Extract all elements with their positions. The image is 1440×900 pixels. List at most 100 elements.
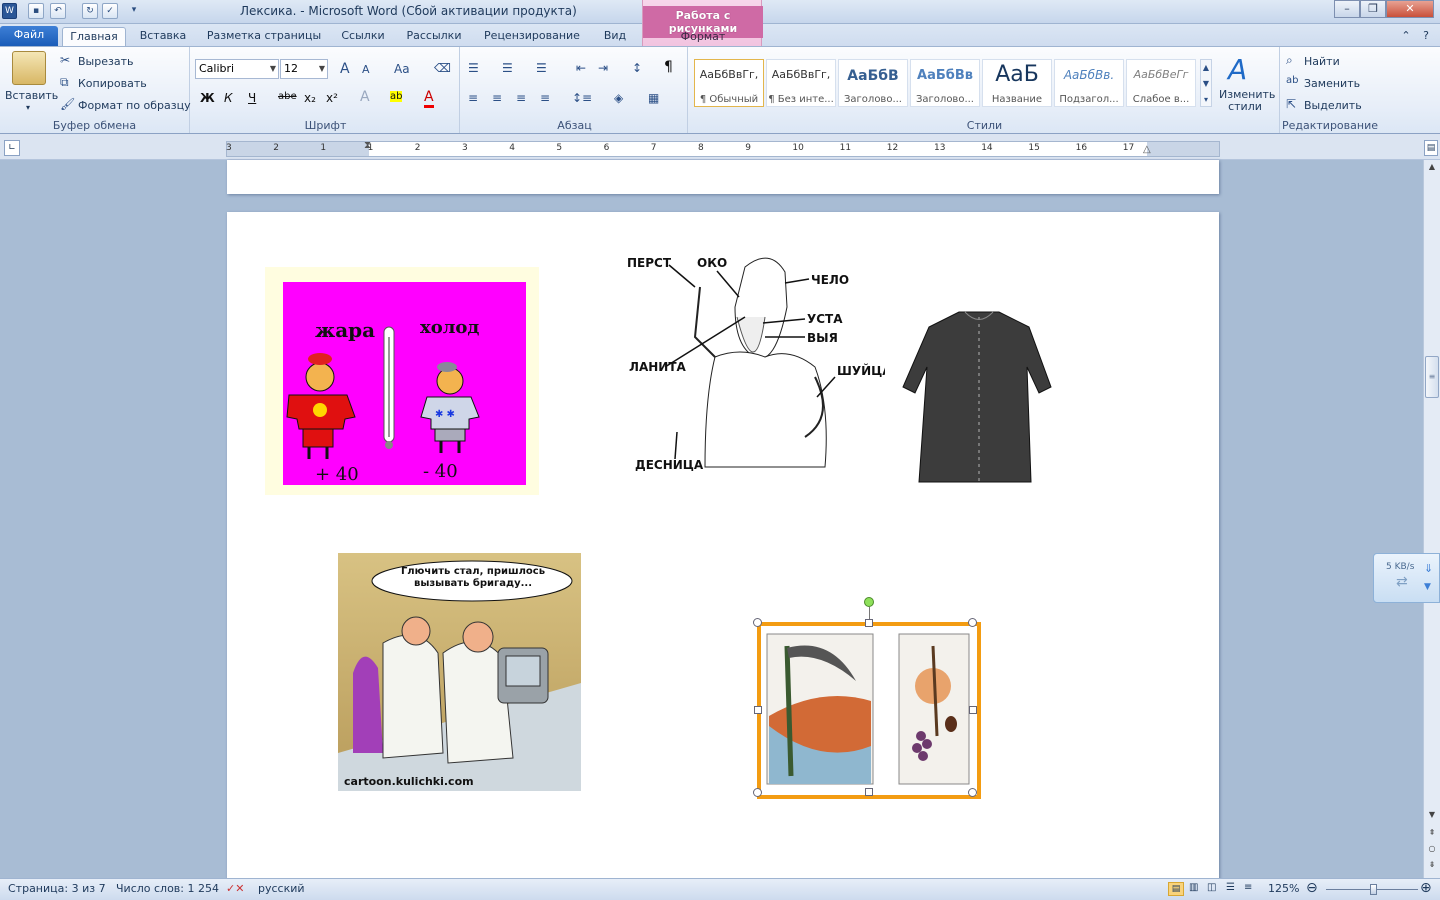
zoom-out-icon[interactable]: ⊖: [1306, 880, 1318, 896]
minimize-button[interactable]: –: [1334, 0, 1360, 18]
borders-icon[interactable]: ▦: [648, 91, 659, 105]
tab-insert[interactable]: Вставка: [136, 27, 190, 46]
restore-button[interactable]: ❐: [1360, 0, 1386, 18]
increase-indent-icon[interactable]: ⇥: [598, 61, 608, 75]
cut-button[interactable]: Вырезать: [78, 55, 133, 68]
replace-button[interactable]: Заменить: [1304, 77, 1360, 90]
draft-icon[interactable]: ≡: [1244, 882, 1252, 893]
image-caftan[interactable]: [899, 307, 1059, 487]
font-size-dropdown-icon[interactable]: ▼: [319, 60, 325, 78]
zoom-slider-thumb[interactable]: [1370, 884, 1377, 895]
font-name-dropdown-icon[interactable]: ▼: [270, 60, 276, 78]
decrease-indent-icon[interactable]: ⇤: [576, 61, 586, 75]
change-case-icon[interactable]: Aa: [394, 62, 410, 76]
superscript-button[interactable]: x²: [326, 91, 338, 105]
tab-selector-icon[interactable]: ∟: [4, 140, 20, 156]
shading-icon[interactable]: ◈: [614, 91, 623, 105]
scroll-thumb[interactable]: ≡: [1425, 356, 1439, 398]
image-scythe-grapes-selected[interactable]: [753, 597, 981, 799]
underline-button[interactable]: Ч: [248, 91, 256, 105]
resize-handle-n[interactable]: [865, 619, 873, 627]
strikethrough-button[interactable]: abe: [278, 91, 297, 102]
find-button[interactable]: Найти: [1304, 55, 1340, 68]
style-subtle-emphasis[interactable]: АаБбВеГг Слабое в...: [1126, 59, 1196, 107]
bold-button[interactable]: Ж: [200, 91, 215, 105]
scroll-up-icon[interactable]: ▲: [1425, 162, 1439, 176]
indent-marker-icon[interactable]: ⧗: [364, 140, 371, 151]
tab-references[interactable]: Ссылки: [336, 27, 390, 46]
align-right-icon[interactable]: ≡: [516, 91, 526, 105]
font-name-combo[interactable]: Calibri ▼: [195, 59, 279, 79]
full-screen-reading-icon[interactable]: ▥: [1189, 882, 1198, 893]
resize-handle-nw[interactable]: [753, 618, 762, 627]
image-heat-cold[interactable]: жара холод ✱ ✱ + 40 - 40: [265, 267, 539, 495]
text-effects-icon[interactable]: A: [360, 89, 370, 105]
paste-dropdown-icon[interactable]: ▾: [26, 103, 30, 112]
justify-icon[interactable]: ≡: [540, 91, 550, 105]
word-app-icon[interactable]: W: [2, 3, 17, 19]
save-icon[interactable]: ▪: [28, 3, 44, 19]
font-color-icon[interactable]: A: [424, 89, 434, 108]
proofing-icon[interactable]: ✓✕: [226, 882, 244, 895]
multilevel-list-icon[interactable]: ☰: [536, 61, 547, 75]
network-speed-widget[interactable]: 5 KB/s ⇄ ⇓ ▼: [1373, 553, 1440, 603]
horizontal-ruler[interactable]: 3 2 1 1 2 3 4 5 6 7 8 9 10 11 12 13 14 15 16 17 ⧗ △: [226, 140, 1220, 157]
next-page-icon[interactable]: ⇟: [1425, 860, 1439, 874]
tab-view[interactable]: Вид: [598, 27, 632, 46]
styles-scroll-icon[interactable]: ▲ ▼ ▾: [1200, 59, 1212, 107]
tab-page-layout[interactable]: Разметка страницы: [206, 27, 322, 46]
resize-handle-sw[interactable]: [753, 788, 762, 797]
redo-icon[interactable]: ↻: [82, 3, 98, 19]
scroll-down-icon[interactable]: ▼: [1425, 810, 1439, 824]
grow-font-icon[interactable]: A: [340, 61, 350, 77]
copy-button[interactable]: Копировать: [78, 77, 147, 90]
ribbon-minimize-icon[interactable]: ⌃: [1398, 27, 1414, 46]
style-heading-2[interactable]: АаБбВв Заголово...: [910, 59, 980, 107]
resize-handle-se[interactable]: [968, 788, 977, 797]
resize-handle-e[interactable]: [969, 706, 977, 714]
change-styles-button[interactable]: Изменить стили: [1219, 89, 1275, 113]
language-indicator[interactable]: русский: [258, 882, 305, 895]
align-center-icon[interactable]: ≡: [492, 91, 502, 105]
help-icon[interactable]: ?: [1418, 27, 1434, 46]
rotate-handle[interactable]: [864, 597, 874, 607]
tab-mailings[interactable]: Рассылки: [402, 27, 466, 46]
select-button[interactable]: Выделить: [1304, 99, 1362, 112]
style-subtitle[interactable]: АаБбВв. Подзагол...: [1054, 59, 1124, 107]
zoom-in-icon[interactable]: ⊕: [1420, 880, 1432, 896]
expand-arrow-icon[interactable]: ▼: [1424, 582, 1431, 592]
image-old-russian-body-parts[interactable]: ПЕРСТ ОКО ЧЕЛО УСТА ВЫЯ ЛАНИТА ШУЙЦА ДЕС…: [625, 247, 892, 477]
clear-formatting-icon[interactable]: ⌫: [434, 61, 451, 75]
tab-review[interactable]: Рецензирование: [480, 27, 584, 46]
style-heading-1[interactable]: АаБбВ Заголово...: [838, 59, 908, 107]
subscript-button[interactable]: x₂: [304, 91, 316, 105]
font-size-combo[interactable]: 12 ▼: [280, 59, 328, 79]
align-left-icon[interactable]: ≡: [468, 91, 478, 105]
numbering-icon[interactable]: ☰: [502, 61, 513, 75]
view-ruler-icon[interactable]: ▤: [1424, 140, 1438, 156]
style-normal[interactable]: АаБбВвГг, ¶ Обычный: [694, 59, 764, 107]
line-spacing-icon[interactable]: ↕≡: [572, 91, 592, 105]
prev-page-icon[interactable]: ⇞: [1425, 828, 1439, 842]
shrink-font-icon[interactable]: A: [362, 63, 370, 76]
outline-icon[interactable]: ☰: [1226, 882, 1235, 893]
undo-icon[interactable]: ↶: [50, 3, 66, 19]
image-cartoon-repair[interactable]: Глючить стал, пришлось вызывать бригаду.…: [338, 553, 581, 791]
highlight-icon[interactable]: ab: [390, 91, 403, 102]
page-count[interactable]: Страница: 3 из 7: [8, 882, 106, 895]
resize-handle-s[interactable]: [865, 788, 873, 796]
web-layout-icon[interactable]: ◫: [1207, 882, 1216, 893]
spellcheck-icon[interactable]: ✓: [102, 3, 118, 19]
bullets-icon[interactable]: ☰: [468, 61, 479, 75]
show-formatting-icon[interactable]: ¶: [664, 59, 673, 75]
word-count[interactable]: Число слов: 1 254: [116, 882, 219, 895]
style-no-spacing[interactable]: АаБбВвГг, ¶ Без инте...: [766, 59, 836, 107]
change-styles-icon[interactable]: A: [1228, 53, 1247, 86]
tab-home[interactable]: Главная: [62, 27, 126, 46]
close-button[interactable]: ✕: [1386, 0, 1434, 18]
vertical-scrollbar[interactable]: ▲ ≡ ▼ ⇞ ○ ⇟: [1423, 160, 1440, 878]
right-indent-marker-icon[interactable]: △: [1143, 144, 1151, 155]
print-layout-icon[interactable]: ▤: [1168, 882, 1184, 896]
tab-format[interactable]: Формат: [643, 28, 763, 47]
qat-customize-icon[interactable]: ▾: [126, 3, 142, 19]
